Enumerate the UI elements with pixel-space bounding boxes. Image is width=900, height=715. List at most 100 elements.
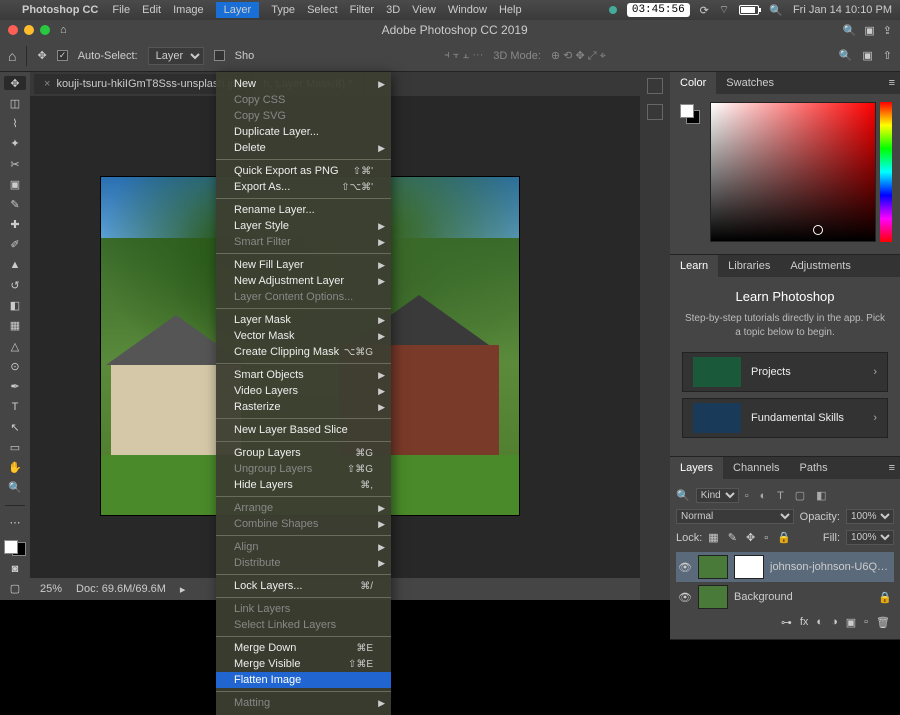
blend-mode[interactable]: Normal [676, 509, 794, 524]
zoom-level[interactable]: 25% [40, 583, 62, 595]
doc-size[interactable]: Doc: 69.6M/69.6M [76, 583, 166, 595]
kind-filter[interactable]: Kind [696, 488, 739, 503]
menu-item-new-layer-based-slice[interactable]: New Layer Based Slice [216, 422, 391, 438]
menu-item-group-layers[interactable]: Group Layers⌘G [216, 445, 391, 461]
search-icon[interactable]: 🔍 [839, 49, 853, 62]
quick-select-tool[interactable]: ✦ [4, 137, 26, 151]
stamp-tool[interactable]: ▲ [4, 258, 26, 272]
link-layers-icon[interactable]: ⊶ [781, 616, 792, 629]
visibility-icon[interactable]: 👁 [678, 561, 692, 574]
dock-icon[interactable] [647, 78, 663, 94]
move-tool-icon[interactable]: ✥ [37, 49, 46, 62]
shape-tool[interactable]: ▭ [4, 440, 26, 454]
menu-item-hide-layers[interactable]: Hide Layers⌘, [216, 477, 391, 493]
menu-item-vector-mask[interactable]: Vector Mask▶ [216, 328, 391, 344]
crop-tool[interactable]: ✂ [4, 157, 26, 171]
filter-icons[interactable]: ▫ ◐ T ▢ ◧ [745, 489, 831, 502]
menu-item-rename-layer-[interactable]: Rename Layer... [216, 202, 391, 218]
tab-adjustments[interactable]: Adjustments [780, 255, 861, 277]
opacity-input[interactable]: 100% [846, 509, 894, 524]
color-swatches[interactable] [4, 540, 26, 556]
tab-learn[interactable]: Learn [670, 255, 718, 277]
pen-tool[interactable]: ✒ [4, 380, 26, 394]
adjustment-layer-icon[interactable]: ◑ [831, 616, 838, 629]
home-icon[interactable]: ⌂ [60, 24, 67, 36]
menubar-help[interactable]: Help [499, 4, 522, 16]
menubar-layer[interactable]: Layer [216, 2, 260, 18]
menubar-view[interactable]: View [412, 4, 436, 16]
move-tool[interactable]: ✥ [4, 76, 26, 90]
new-layer-icon[interactable]: ▫ [864, 616, 868, 629]
type-tool[interactable]: T [4, 400, 26, 414]
layer-item[interactable]: 👁johnson-johnson-U6Q6zVDgmSs-unsplash [676, 552, 894, 582]
search-icon[interactable]: 🔍 [843, 24, 857, 37]
sync-icon[interactable]: ⟳ [700, 4, 709, 17]
clock[interactable]: Fri Jan 14 10:10 PM [793, 4, 892, 16]
close-icon[interactable] [8, 25, 18, 35]
layer-fx-icon[interactable]: fx [800, 616, 809, 629]
menu-item-export-as-[interactable]: Export As...⇧⌥⌘' [216, 179, 391, 195]
trash-icon[interactable]: 🗑 [876, 616, 890, 629]
history-brush-tool[interactable]: ↺ [4, 278, 26, 292]
share-icon[interactable]: ⇧ [883, 49, 892, 62]
arrange-icon[interactable]: ▣ [862, 49, 872, 62]
tab-color[interactable]: Color [670, 72, 716, 94]
dock-icon[interactable] [647, 104, 663, 120]
menu-item-create-clipping-mask[interactable]: Create Clipping Mask⌥⌘G [216, 344, 391, 360]
color-field[interactable] [710, 102, 876, 242]
menubar-select[interactable]: Select [307, 4, 338, 16]
spotlight-icon[interactable]: 🔍 [769, 4, 783, 17]
hue-slider[interactable] [880, 102, 892, 242]
align-icons[interactable]: ⫞ ⫟ ⫠ ⋯ [444, 49, 483, 62]
panel-menu-icon[interactable]: ≡ [884, 72, 900, 94]
show-transform-checkbox[interactable] [214, 50, 225, 61]
menu-item-smart-objects[interactable]: Smart Objects▶ [216, 367, 391, 383]
menu-item-duplicate-layer-[interactable]: Duplicate Layer... [216, 124, 391, 140]
menubar-image[interactable]: Image [173, 4, 204, 16]
app-name[interactable]: Photoshop CC [22, 4, 98, 16]
visibility-icon[interactable]: 👁 [678, 591, 692, 604]
menu-item-delete[interactable]: Delete▶ [216, 140, 391, 156]
menu-item-layer-mask[interactable]: Layer Mask▶ [216, 312, 391, 328]
hand-tool[interactable]: ✋ [4, 460, 26, 474]
learn-item-projects[interactable]: Projects › [682, 352, 888, 392]
status-arrow-icon[interactable]: ▸ [180, 583, 186, 596]
menubar-window[interactable]: Window [448, 4, 487, 16]
layer-mask-icon[interactable]: ◐ [816, 616, 823, 629]
marquee-tool[interactable]: ◫ [4, 96, 26, 110]
menubar-3d[interactable]: 3D [386, 4, 400, 16]
zoom-tool[interactable]: 🔍 [4, 481, 26, 495]
zoom-icon[interactable] [40, 25, 50, 35]
group-icon[interactable]: ▣ [846, 616, 856, 629]
eyedropper-tool[interactable]: ✎ [4, 197, 26, 211]
frame-tool[interactable]: ▣ [4, 177, 26, 191]
tab-libraries[interactable]: Libraries [718, 255, 780, 277]
menu-item-merge-visible[interactable]: Merge Visible⇧⌘E [216, 656, 391, 672]
menubar-type[interactable]: Type [271, 4, 295, 16]
learn-item-fundamental[interactable]: Fundamental Skills › [682, 398, 888, 438]
share-icon[interactable]: ⇪ [883, 24, 892, 37]
layer-item[interactable]: 👁Background🔒 [676, 582, 894, 612]
blur-tool[interactable]: △ [4, 339, 26, 353]
dodge-tool[interactable]: ⊙ [4, 359, 26, 373]
lasso-tool[interactable]: ⌇ [4, 116, 26, 130]
close-tab-icon[interactable]: × [44, 78, 50, 90]
record-icon[interactable] [609, 6, 617, 14]
tab-layers[interactable]: Layers [670, 457, 723, 479]
menubar-edit[interactable]: Edit [142, 4, 161, 16]
wifi-icon[interactable]: ⌔ [719, 3, 729, 17]
path-tool[interactable]: ↖ [4, 420, 26, 434]
fill-input[interactable]: 100% [846, 530, 894, 545]
panel-menu-icon[interactable]: ≡ [884, 457, 900, 479]
menu-item-lock-layers-[interactable]: Lock Layers...⌘/ [216, 578, 391, 594]
quick-mask[interactable]: ◙ [4, 562, 26, 576]
workspace-icon[interactable]: ▣ [864, 24, 874, 37]
lock-icons[interactable]: ▦ ✎ ✥ ▫ 🔒 [708, 531, 794, 544]
healing-tool[interactable]: ✚ [4, 218, 26, 232]
menu-item-rasterize[interactable]: Rasterize▶ [216, 399, 391, 415]
eraser-tool[interactable]: ◧ [4, 299, 26, 313]
auto-select-checkbox[interactable] [57, 50, 68, 61]
menu-item-quick-export-as-png[interactable]: Quick Export as PNG⇧⌘' [216, 163, 391, 179]
tab-channels[interactable]: Channels [723, 457, 789, 479]
tab-paths[interactable]: Paths [790, 457, 838, 479]
